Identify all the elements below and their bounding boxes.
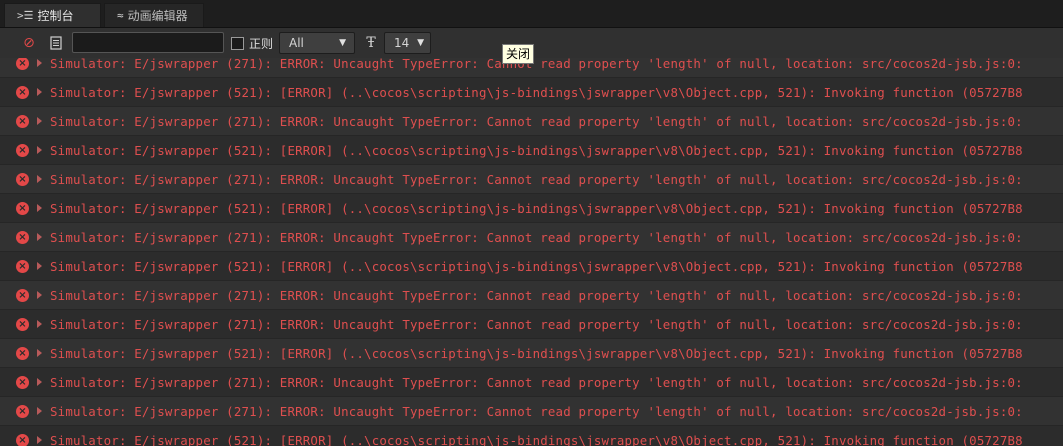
clear-icon: ⊘ [23, 35, 35, 51]
expand-arrow-icon[interactable] [37, 378, 42, 386]
log-message: Simulator: E/jswrapper (521): [ERROR] (.… [50, 200, 1023, 216]
error-icon: × [16, 346, 29, 360]
log-row[interactable]: × Simulator: E/jswrapper (521): [ERROR] (… [0, 194, 1063, 223]
error-icon: × [16, 404, 29, 418]
panel-tab-bar: >☰ 控制台 ≈ 动画编辑器 [0, 0, 1063, 28]
filter-input[interactable] [72, 32, 224, 53]
error-icon: × [16, 201, 29, 215]
document-icon [50, 36, 62, 50]
expand-arrow-icon[interactable] [37, 349, 42, 357]
console-log-list[interactable]: × Simulator: E/jswrapper (271): ERROR: Un… [0, 58, 1063, 446]
log-row[interactable]: × Simulator: E/jswrapper (271): ERROR: Un… [0, 281, 1063, 310]
log-message: Simulator: E/jswrapper (271): ERROR: Unc… [50, 229, 1023, 245]
log-message: Simulator: E/jswrapper (521): [ERROR] (.… [50, 258, 1023, 274]
error-icon: × [16, 114, 29, 128]
log-message: Simulator: E/jswrapper (271): ERROR: Unc… [50, 287, 1023, 303]
expand-arrow-icon[interactable] [37, 204, 42, 212]
log-row[interactable]: × Simulator: E/jswrapper (521): [ERROR] (… [0, 252, 1063, 281]
expand-arrow-icon[interactable] [37, 146, 42, 154]
expand-arrow-icon[interactable] [37, 320, 42, 328]
expand-arrow-icon[interactable] [37, 59, 42, 67]
font-size-select[interactable]: 14 ▼ [384, 32, 431, 54]
log-message: Simulator: E/jswrapper (271): ERROR: Unc… [50, 171, 1023, 187]
error-icon: × [16, 172, 29, 186]
log-message: Simulator: E/jswrapper (271): ERROR: Unc… [50, 316, 1023, 332]
expand-arrow-icon[interactable] [37, 407, 42, 415]
animation-icon: ≈ [117, 8, 124, 22]
log-message: Simulator: E/jswrapper (271): ERROR: Unc… [50, 113, 1023, 129]
font-size-icon: Ŧ [366, 35, 376, 51]
log-level-value: All [289, 36, 304, 50]
error-icon: × [16, 375, 29, 389]
error-icon: × [16, 85, 29, 99]
expand-arrow-icon[interactable] [37, 291, 42, 299]
log-message: Simulator: E/jswrapper (521): [ERROR] (.… [50, 345, 1023, 361]
error-icon: × [16, 288, 29, 302]
log-row[interactable]: × Simulator: E/jswrapper (521): [ERROR] (… [0, 339, 1063, 368]
log-message: Simulator: E/jswrapper (271): ERROR: Unc… [50, 374, 1023, 390]
expand-arrow-icon[interactable] [37, 175, 42, 183]
expand-arrow-icon[interactable] [37, 88, 42, 96]
error-icon: × [16, 58, 29, 70]
log-row[interactable]: × Simulator: E/jswrapper (271): ERROR: Un… [0, 310, 1063, 339]
chevron-down-icon: ▼ [339, 38, 346, 48]
error-icon: × [16, 433, 29, 446]
regex-label: 正则 [249, 37, 274, 51]
open-log-file-button[interactable] [47, 34, 65, 52]
regex-checkbox[interactable] [231, 37, 244, 50]
font-size-value: 14 [394, 36, 410, 50]
log-row[interactable]: × Simulator: E/jswrapper (521): [ERROR] (… [0, 426, 1063, 446]
close-tooltip: 关闭 [502, 44, 535, 64]
expand-arrow-icon[interactable] [37, 436, 42, 444]
log-message: Simulator: E/jswrapper (271): ERROR: Unc… [50, 58, 1023, 71]
log-message: Simulator: E/jswrapper (521): [ERROR] (.… [50, 84, 1023, 100]
error-icon: × [16, 143, 29, 157]
log-message: Simulator: E/jswrapper (521): [ERROR] (.… [50, 142, 1023, 158]
log-level-select[interactable]: All ▼ [279, 32, 355, 54]
expand-arrow-icon[interactable] [37, 117, 42, 125]
log-row[interactable]: × Simulator: E/jswrapper (521): [ERROR] (… [0, 78, 1063, 107]
expand-arrow-icon[interactable] [37, 233, 42, 241]
log-message: Simulator: E/jswrapper (521): [ERROR] (.… [50, 432, 1023, 446]
tab-animation-editor[interactable]: ≈ 动画编辑器 [104, 3, 204, 27]
error-icon: × [16, 317, 29, 331]
log-row[interactable]: × Simulator: E/jswrapper (271): ERROR: Un… [0, 165, 1063, 194]
clear-console-button[interactable]: ⊘ [20, 34, 38, 52]
chevron-down-icon: ▼ [417, 38, 424, 48]
error-icon: × [16, 259, 29, 273]
log-message: Simulator: E/jswrapper (271): ERROR: Unc… [50, 403, 1023, 419]
error-icon: × [16, 230, 29, 244]
expand-arrow-icon[interactable] [37, 262, 42, 270]
log-row[interactable]: × Simulator: E/jswrapper (271): ERROR: Un… [0, 223, 1063, 252]
tab-animation-editor-label: 动画编辑器 [127, 8, 188, 23]
log-row[interactable]: × Simulator: E/jswrapper (271): ERROR: Un… [0, 397, 1063, 426]
tab-console[interactable]: >☰ 控制台 [4, 3, 101, 27]
log-row[interactable]: × Simulator: E/jswrapper (521): [ERROR] (… [0, 136, 1063, 165]
log-row[interactable]: × Simulator: E/jswrapper (271): ERROR: Un… [0, 368, 1063, 397]
tab-console-label: 控制台 [37, 8, 74, 23]
log-row[interactable]: × Simulator: E/jswrapper (271): ERROR: Un… [0, 107, 1063, 136]
console-icon: >☰ [17, 8, 34, 22]
